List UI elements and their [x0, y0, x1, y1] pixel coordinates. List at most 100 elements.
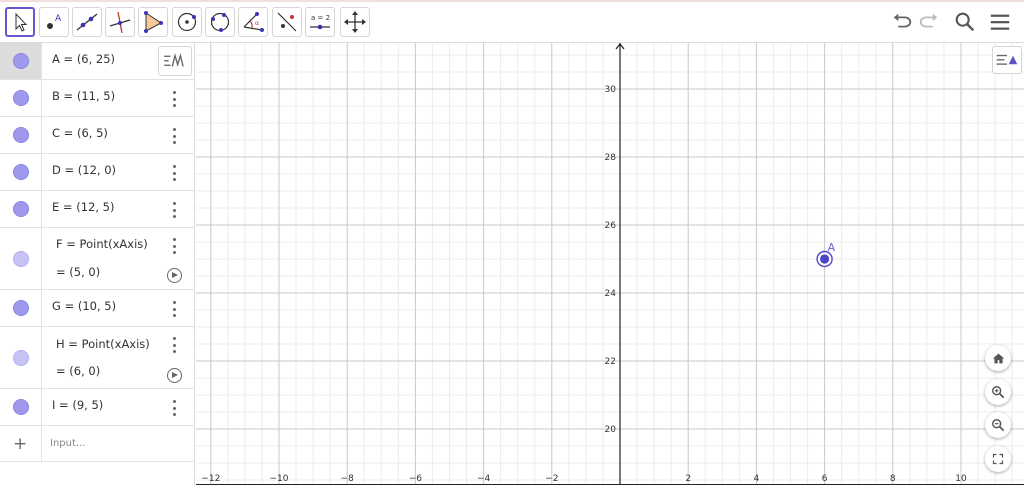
y-tick-label: 20: [605, 425, 617, 435]
search-button[interactable]: [952, 9, 978, 35]
visibility-marble-icon: [12, 300, 29, 316]
graphics-view[interactable]: −12 −10 −8 −6 −4 −2 2 4 6 8 10 20 22 24 26 28 30 A: [196, 43, 1024, 485]
x-tick-label: 4: [754, 474, 760, 484]
circle-three-points-icon: [210, 12, 230, 32]
slider-icon: a = 2: [310, 14, 330, 30]
visibility-toggle[interactable]: [0, 290, 42, 326]
algebra-input-row[interactable]: + Input...: [0, 426, 194, 462]
more-options-icon[interactable]: [168, 337, 180, 353]
algebra-definition: H = Point(xAxis): [56, 337, 150, 351]
algebra-input[interactable]: Input...: [50, 438, 85, 449]
y-tick-label: 24: [605, 289, 617, 299]
more-options-icon[interactable]: [168, 301, 180, 317]
algebra-definition: F = Point(xAxis): [56, 237, 148, 251]
algebra-value: = (5, 0): [56, 265, 101, 279]
point-a-label: A: [828, 241, 836, 254]
add-item-area[interactable]: +: [0, 426, 42, 461]
algebra-row-i[interactable]: I = (9, 5): [0, 389, 194, 426]
more-options-icon[interactable]: [168, 91, 180, 107]
algebra-row-g[interactable]: G = (10, 5): [0, 290, 194, 327]
point-a[interactable]: [820, 254, 830, 264]
redo-button[interactable]: [916, 9, 942, 35]
more-options-icon[interactable]: [168, 400, 180, 416]
play-animation-icon[interactable]: [167, 268, 182, 283]
visibility-toggle[interactable]: [0, 43, 42, 79]
algebra-definition: A = (6, 25): [52, 52, 116, 66]
algebra-definition: G = (10, 5): [52, 299, 117, 313]
point-tool-button[interactable]: A: [39, 7, 69, 37]
move-tool-button[interactable]: [5, 7, 35, 37]
x-tick-label: −8: [341, 474, 355, 484]
visibility-toggle[interactable]: [0, 154, 42, 190]
visibility-toggle[interactable]: [0, 191, 42, 227]
algebra-definition: D = (12, 0): [52, 163, 117, 177]
point-icon: A: [47, 14, 62, 29]
x-tick-label: −6: [409, 474, 423, 484]
fullscreen-button[interactable]: [985, 446, 1011, 472]
zoom-out-icon: [992, 419, 1005, 432]
x-tick-label: −10: [270, 474, 289, 484]
home-button[interactable]: [985, 345, 1011, 371]
line-tool-button[interactable]: [72, 7, 102, 37]
algebra-row-e[interactable]: E = (12, 5): [0, 191, 194, 228]
x-tick-label: −4: [477, 474, 491, 484]
move-arrows-icon: [344, 11, 366, 33]
visibility-marble-icon: [12, 399, 29, 415]
move-graphics-tool-button[interactable]: [340, 7, 370, 37]
visibility-toggle[interactable]: [0, 327, 42, 388]
plus-icon: +: [13, 434, 28, 454]
visibility-marble-icon: [12, 90, 29, 106]
algebra-value: = (6, 0): [56, 364, 101, 378]
algebra-row-a[interactable]: A = (6, 25): [0, 43, 194, 80]
perpendicular-line-tool-button[interactable]: [105, 7, 135, 37]
triangle-icon: [144, 11, 163, 33]
zoom-in-icon: [992, 386, 1005, 399]
visibility-marble-icon: [12, 250, 29, 267]
x-tick-label: −2: [545, 474, 558, 484]
algebra-row-h[interactable]: H = Point(xAxis) = (6, 0): [0, 327, 194, 389]
perpendicular-icon: [109, 11, 131, 34]
zoom-out-button[interactable]: [985, 412, 1011, 438]
algebra-row-d[interactable]: D = (12, 0): [0, 154, 194, 191]
visibility-toggle[interactable]: [0, 117, 42, 153]
algebra-style-toggle-button[interactable]: [158, 46, 192, 76]
more-options-icon[interactable]: [168, 165, 180, 181]
arrow-pointer-icon: [15, 12, 28, 32]
coordinate-grid[interactable]: −12 −10 −8 −6 −4 −2 2 4 6 8 10202224262830A: [196, 43, 1024, 485]
redo-icon: [919, 13, 938, 28]
graphics-style-bar-button[interactable]: [992, 46, 1022, 74]
y-tick-label: 28: [605, 153, 617, 163]
visibility-marble-icon: [12, 164, 29, 180]
more-options-icon[interactable]: [168, 238, 180, 254]
polygon-tool-button[interactable]: [138, 7, 168, 37]
undo-button[interactable]: [889, 9, 915, 35]
circle-center-icon: [177, 12, 197, 32]
zoom-in-button[interactable]: [985, 379, 1011, 405]
algebra-definition: B = (11, 5): [52, 89, 116, 103]
more-options-icon[interactable]: [168, 202, 180, 218]
x-tick-label: 6: [822, 474, 828, 484]
algebra-row-f[interactable]: F = Point(xAxis) = (5, 0): [0, 228, 194, 290]
algebra-description-icon: [164, 53, 184, 67]
svg-text:a = 2: a = 2: [311, 14, 330, 22]
algebra-row-c[interactable]: C = (6, 5): [0, 117, 194, 154]
visibility-toggle[interactable]: [0, 80, 42, 116]
reflect-tool-button[interactable]: [272, 7, 302, 37]
slider-tool-button[interactable]: a = 2: [305, 7, 335, 37]
home-icon: [992, 353, 1004, 363]
algebra-definition: C = (6, 5): [52, 126, 108, 140]
visibility-toggle[interactable]: [0, 228, 42, 289]
algebra-row-b[interactable]: B = (11, 5): [0, 80, 194, 117]
x-tick-label: 8: [890, 474, 896, 484]
angle-tool-button[interactable]: α: [238, 7, 268, 37]
play-animation-icon[interactable]: [167, 368, 182, 383]
visibility-marble-icon: [12, 53, 29, 69]
circle-three-points-tool-button[interactable]: [205, 7, 235, 37]
main-menu-button[interactable]: [987, 9, 1013, 35]
more-options-icon[interactable]: [168, 128, 180, 144]
y-tick-label: 22: [605, 357, 616, 367]
visibility-marble-icon: [12, 349, 29, 366]
visibility-toggle[interactable]: [0, 389, 42, 425]
x-tick-label: −12: [201, 474, 220, 484]
circle-center-point-tool-button[interactable]: [172, 7, 202, 37]
